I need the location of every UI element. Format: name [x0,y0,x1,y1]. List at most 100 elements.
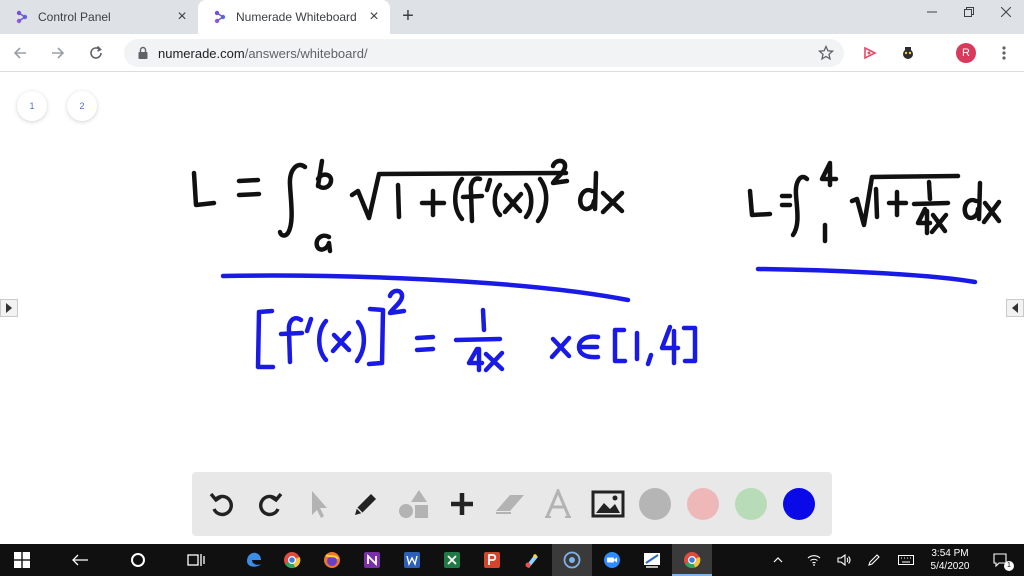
undo-button[interactable] [204,486,240,522]
digit-1-right [873,186,880,220]
restore-button[interactable] [951,0,987,24]
presenter-app[interactable] [640,548,664,572]
volume-button[interactable] [836,552,852,568]
shapes-tool-button[interactable] [396,486,432,522]
browser-menu-button[interactable] [994,43,1014,63]
comma-domain [645,352,654,367]
search-button[interactable] [126,548,150,572]
system-clock[interactable]: 3:54 PM 5/4/2020 [918,547,982,573]
next-page-arrow[interactable] [1006,299,1024,317]
blue-ink-strokes [220,266,978,373]
presenter-icon [644,553,660,568]
taskbar-back-button[interactable] [68,548,92,572]
extension-screen-recorder-button[interactable] [860,43,880,63]
limit-b [315,158,334,191]
divider-right [755,266,978,285]
browser-toolbar: numerade.com/answers/whiteboard/ R [0,34,1024,72]
wifi-icon [807,555,821,566]
paren-x-close [523,182,534,220]
letter-f-blue [278,315,305,365]
wifi-button[interactable] [806,552,822,568]
redo-icon [259,492,283,517]
chevron-up-icon [773,557,783,563]
redo-button[interactable] [252,486,288,522]
fraction-bar [911,200,951,207]
reload-button[interactable] [82,39,110,67]
tab-control-panel[interactable]: Control Panel × [0,0,198,34]
integral-sign [277,162,308,238]
black-ink-strokes [191,158,1002,254]
pen-tool-button[interactable] [348,486,384,522]
clock-time: 3:54 PM [931,548,969,559]
paint-app[interactable] [520,548,544,572]
fraction-denominator-x-blue [483,350,505,373]
pencil-icon [355,494,376,515]
chrome-app[interactable] [280,548,304,572]
plus-sign [419,188,447,218]
extension-character-button[interactable] [898,43,918,63]
color-swatch-gray[interactable] [639,488,671,520]
tab-title: Numerade Whiteboard [236,10,357,24]
start-button[interactable] [10,548,34,572]
forward-button[interactable] [44,39,72,67]
pen-settings-button[interactable] [866,552,882,568]
fraction-numerator-1-blue [480,307,487,333]
eraser-tool-button[interactable] [492,486,528,522]
fraction-denominator-4-blue [466,346,485,373]
profile-avatar[interactable]: R [956,43,976,63]
task-view-button[interactable] [184,548,208,572]
address-bar[interactable]: numerade.com/answers/whiteboard/ [124,39,844,67]
text-tool-button[interactable] [540,486,576,522]
zoom-app[interactable] [600,548,624,572]
new-tab-button[interactable]: + [396,4,420,28]
previous-page-arrow[interactable] [0,299,18,317]
word-app[interactable] [400,548,424,572]
back-button[interactable] [6,39,34,67]
letter-x-blue [330,330,352,354]
close-icon[interactable]: × [366,9,382,25]
bookmark-star-button[interactable] [816,43,836,63]
onenote-app[interactable] [360,548,384,572]
numerade-favicon-icon [16,10,28,24]
record-arrow-icon [864,46,877,60]
restore-icon [964,7,974,17]
integral-sign-right [790,174,810,238]
powerpoint-app[interactable] [480,548,504,572]
more-vertical-icon [1002,46,1006,60]
image-tool-button[interactable] [590,486,626,522]
letter-d-right [962,180,983,222]
browser-tab-strip: Control Panel × Numerade Whiteboard × + [0,0,1024,34]
color-swatch-green[interactable] [735,488,767,520]
video-camera-icon [604,552,620,568]
star-icon [818,45,834,61]
whiteboard-page: 1 2 [0,73,1024,544]
show-hidden-icons-button[interactable] [770,552,786,568]
minimize-button[interactable] [914,0,950,24]
letter-L [191,170,217,208]
paren-open [453,176,465,222]
cortana-recorder-app[interactable] [560,548,584,572]
triangle-left-icon [1012,303,1018,313]
keyboard-button[interactable] [898,552,914,568]
firefox-app[interactable] [320,548,344,572]
chrome-app-running[interactable] [680,548,704,572]
url-host: numerade.com [158,45,245,61]
bracket-close-domain [681,325,698,364]
color-swatch-pink[interactable] [687,488,719,520]
shapes-icon [399,490,428,518]
chrome-icon [284,552,301,569]
excel-app[interactable] [440,548,464,572]
close-icon[interactable]: × [174,9,190,25]
select-tool-button[interactable] [300,486,336,522]
edge-app[interactable] [242,548,266,572]
color-swatch-blue[interactable] [783,488,815,520]
add-button[interactable] [444,486,480,522]
tab-numerade-whiteboard[interactable]: Numerade Whiteboard × [198,0,390,34]
speaker-icon [837,554,851,566]
close-window-button[interactable] [988,0,1024,24]
paren-close [535,176,549,224]
character-icon [903,47,913,59]
firefox-icon [324,552,340,568]
plus-icon [451,493,473,515]
notification-count-badge: 1 [1004,561,1014,571]
